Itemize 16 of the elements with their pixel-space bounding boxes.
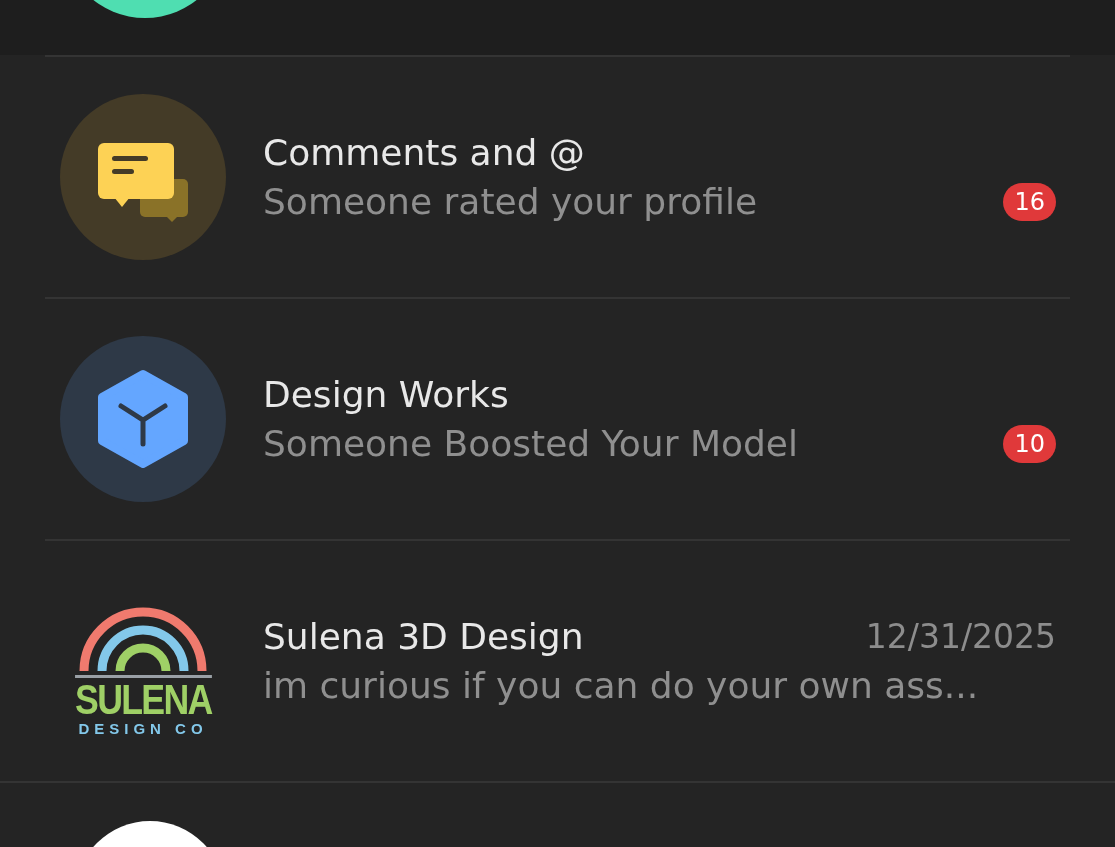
logo-tagline: DESIGN CO (78, 719, 208, 738)
conversation-row[interactable]: Design Works Someone Boosted Your Model 10 (45, 297, 1070, 539)
message-preview: Someone rated your profile (263, 181, 758, 222)
message-date: 12/31/2025 (865, 617, 1056, 656)
unread-count: 16 (1003, 182, 1056, 221)
unread-count: 10 (1003, 424, 1056, 463)
message-preview: im curious if you can do your own ass... (263, 665, 979, 706)
comments-icon (60, 94, 226, 260)
logo-name: SULENA (74, 674, 212, 720)
conversation-row[interactable]: Comments and @ Someone rated your profile 16 (45, 55, 1070, 297)
cube-icon (60, 336, 226, 502)
conversation-title: Design Works (263, 374, 509, 415)
conversation-row[interactable]: SULENA DESIGN CO Sulena 3D Design 12/31/2025 im curious if you can do your own ass... (45, 539, 1070, 781)
conversation-title: Comments and @ (263, 132, 585, 173)
message-preview: Someone Boosted Your Model (263, 423, 798, 464)
conversation-title: Sulena 3D Design (263, 616, 584, 657)
